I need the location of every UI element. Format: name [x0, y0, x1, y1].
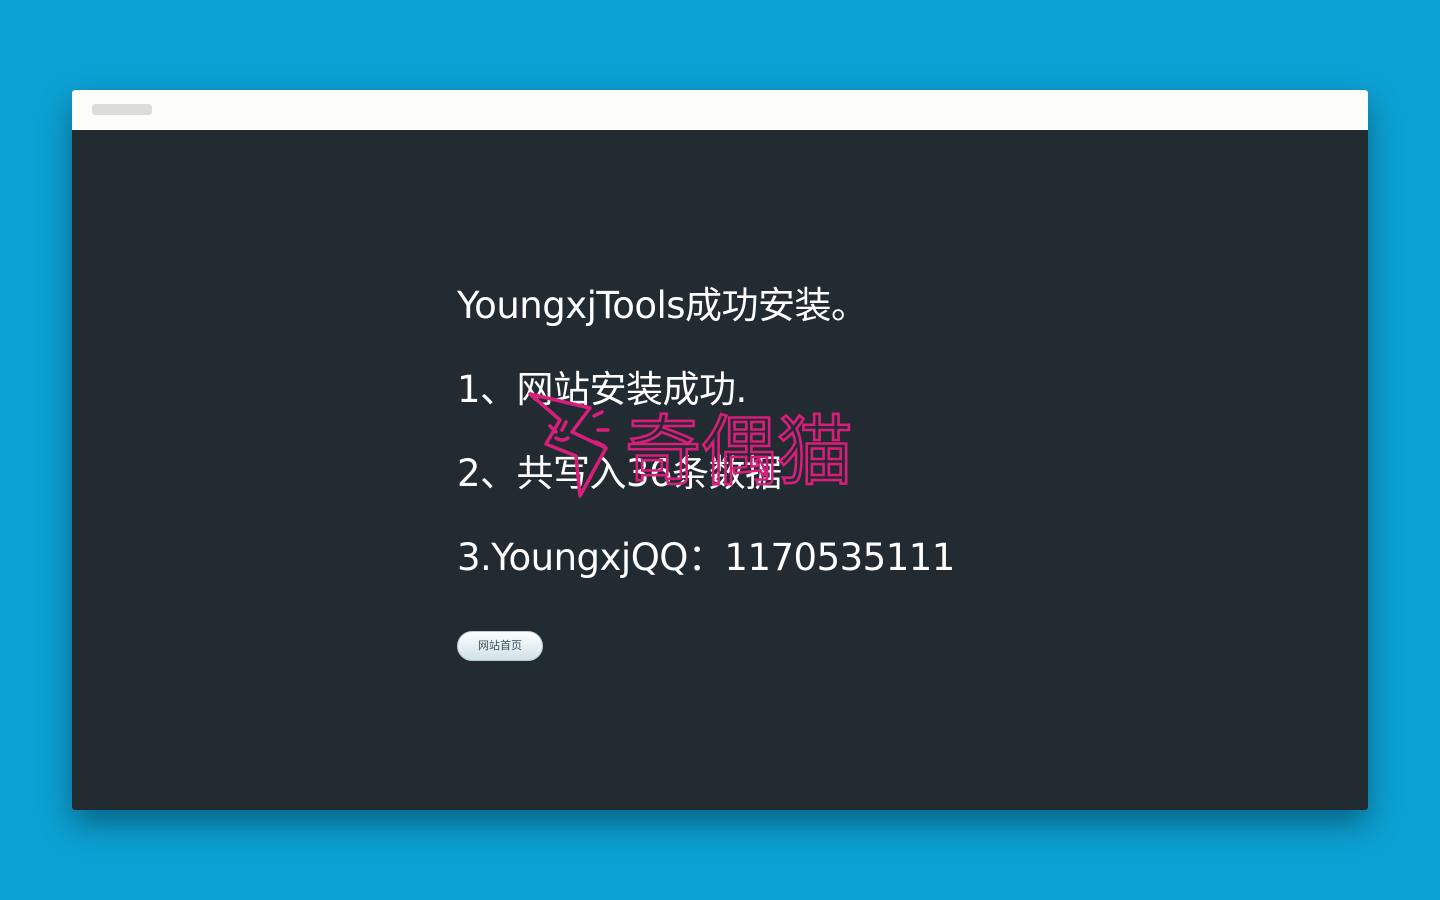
home-button[interactable]: 网站首页 — [457, 631, 543, 661]
browser-window: YoungxjTools成功安装。 1、网站安装成功. 2、共写入36条数据 3… — [72, 90, 1368, 810]
install-step-1: 1、网站安装成功. — [457, 368, 747, 411]
install-step-2: 2、共写入36条数据 — [457, 452, 782, 495]
install-message: YoungxjTools成功安装。 1、网站安装成功. 2、共写入36条数据 3… — [457, 284, 1157, 661]
window-titlebar — [72, 90, 1368, 130]
title-placeholder — [92, 104, 152, 115]
install-success-heading: YoungxjTools成功安装。 — [457, 284, 868, 327]
install-step-3: 3.YoungxjQQ：1170535111 — [457, 536, 955, 579]
